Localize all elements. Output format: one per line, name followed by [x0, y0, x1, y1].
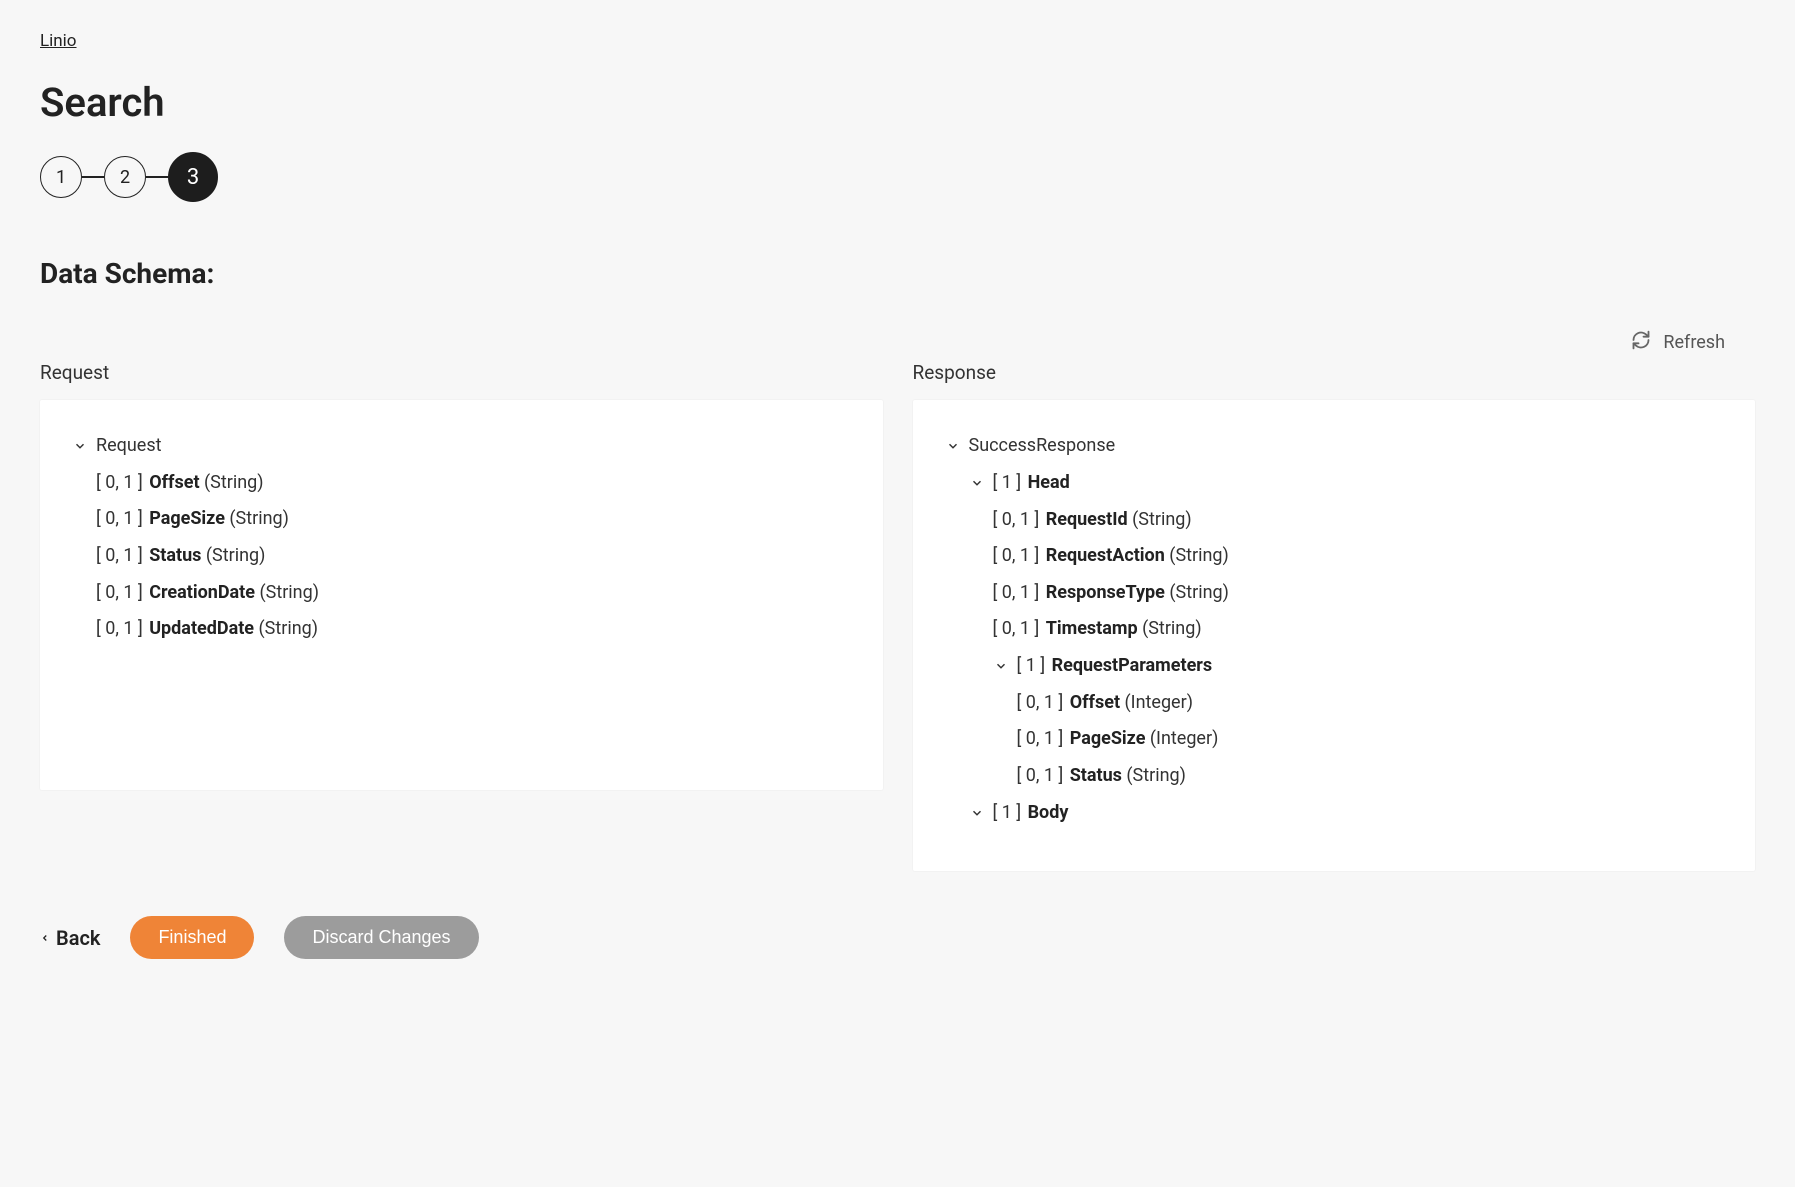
request-header: Request [40, 361, 883, 384]
step-1[interactable]: 1 [40, 156, 82, 198]
tree-node-successresponse[interactable]: SuccessResponse [945, 428, 1724, 465]
schema-field: [ 0, 1 ] RequestId (String) [993, 502, 1724, 539]
field-name: Offset [1070, 692, 1120, 713]
field-name: PageSize [149, 508, 225, 529]
field-cardinality: [ 0, 1 ] [96, 618, 143, 639]
field-name: CreationDate [149, 582, 255, 603]
response-panel: SuccessResponse [ 1 ] Head [ 0, 1 ] Requ… [913, 400, 1756, 871]
chevron-left-icon [40, 926, 50, 950]
step-connector [146, 176, 168, 178]
field-name: ResponseType [1046, 582, 1165, 603]
schema-field: [ 0, 1 ] ResponseType (String) [993, 575, 1724, 612]
schema-field: [ 0, 1 ] Timestamp (String) [993, 611, 1724, 648]
tree-node-head[interactable]: [ 1 ] Head [969, 465, 1724, 502]
field-name: Offset [149, 472, 199, 493]
back-button[interactable]: Back [40, 926, 100, 950]
schema-field: [ 0, 1 ] Status (String) [96, 538, 851, 575]
field-cardinality: [ 0, 1 ] [993, 509, 1040, 530]
schema-field: [ 0, 1 ] PageSize (Integer) [1017, 721, 1724, 758]
request-column: Request Request [ 0, 1 ] Offset (String)… [40, 361, 883, 871]
field-cardinality: [ 0, 1 ] [96, 472, 143, 493]
field-type: (String) [259, 582, 319, 603]
field-type: (String) [204, 472, 264, 493]
chevron-down-icon[interactable] [969, 475, 985, 491]
page-title: Search [40, 79, 1755, 126]
request-panel: Request [ 0, 1 ] Offset (String)[ 0, 1 ]… [40, 400, 883, 790]
field-name: Timestamp [1046, 618, 1138, 639]
response-header: Response [913, 361, 1756, 384]
tree-node-request[interactable]: Request [72, 428, 851, 465]
step-connector [82, 176, 104, 178]
field-type: (Integer) [1125, 692, 1193, 713]
back-label: Back [56, 926, 100, 950]
field-cardinality: [ 0, 1 ] [96, 582, 143, 603]
schema-field: [ 0, 1 ] Status (String) [1017, 758, 1724, 795]
step-3[interactable]: 3 [168, 152, 218, 202]
field-type: (String) [229, 508, 289, 529]
response-column: Response SuccessResponse [ 1 ] Head [913, 361, 1756, 871]
field-name: RequestId [1046, 509, 1128, 530]
field-type: (String) [1169, 545, 1229, 566]
field-type: (String) [1132, 509, 1192, 530]
schema-field: [ 0, 1 ] CreationDate (String) [96, 575, 851, 612]
section-title: Data Schema: [40, 257, 1755, 290]
tree-node-requestparameters[interactable]: [ 1 ] RequestParameters [993, 648, 1724, 685]
field-name: Status [149, 545, 201, 566]
field-cardinality: [ 0, 1 ] [993, 545, 1040, 566]
breadcrumb-link[interactable]: Linio [40, 31, 77, 51]
step-2[interactable]: 2 [104, 156, 146, 198]
refresh-icon [1631, 330, 1651, 355]
footer: Back Finished Discard Changes [40, 916, 1755, 959]
schema-field: [ 0, 1 ] RequestAction (String) [993, 538, 1724, 575]
chevron-down-icon[interactable] [993, 658, 1009, 674]
field-type: (String) [259, 618, 319, 639]
field-name: UpdatedDate [149, 618, 254, 639]
field-cardinality: [ 0, 1 ] [1017, 765, 1064, 786]
stepper: 1 2 3 [40, 152, 1755, 202]
field-type: (String) [1126, 765, 1186, 786]
refresh-button[interactable]: Refresh [40, 330, 1755, 355]
field-name: RequestAction [1046, 545, 1165, 566]
field-name: Status [1070, 765, 1122, 786]
tree-label: [ 1 ] Head [993, 469, 1070, 498]
field-cardinality: [ 0, 1 ] [1017, 692, 1064, 713]
field-type: (String) [1169, 582, 1229, 603]
field-type: (String) [1142, 618, 1202, 639]
schema-field: [ 0, 1 ] PageSize (String) [96, 501, 851, 538]
schema-field: [ 0, 1 ] UpdatedDate (String) [96, 611, 851, 648]
chevron-down-icon[interactable] [72, 438, 88, 454]
discard-changes-button[interactable]: Discard Changes [284, 916, 478, 959]
finished-button[interactable]: Finished [130, 916, 254, 959]
field-cardinality: [ 0, 1 ] [993, 618, 1040, 639]
tree-label: Request [96, 432, 162, 461]
tree-label: SuccessResponse [969, 432, 1116, 461]
field-type: (Integer) [1150, 728, 1218, 749]
field-cardinality: [ 0, 1 ] [96, 508, 143, 529]
tree-label: [ 1 ] RequestParameters [1017, 652, 1213, 681]
tree-label: [ 1 ] Body [993, 799, 1069, 828]
schema-field: [ 0, 1 ] Offset (Integer) [1017, 685, 1724, 722]
field-cardinality: [ 0, 1 ] [1017, 728, 1064, 749]
field-type: (String) [206, 545, 266, 566]
schema-field: [ 0, 1 ] Offset (String) [96, 465, 851, 502]
field-cardinality: [ 0, 1 ] [993, 582, 1040, 603]
tree-node-body[interactable]: [ 1 ] Body [969, 795, 1724, 832]
field-name: PageSize [1070, 728, 1146, 749]
field-cardinality: [ 0, 1 ] [96, 545, 143, 566]
refresh-label: Refresh [1663, 332, 1725, 353]
chevron-down-icon[interactable] [945, 438, 961, 454]
chevron-down-icon[interactable] [969, 805, 985, 821]
